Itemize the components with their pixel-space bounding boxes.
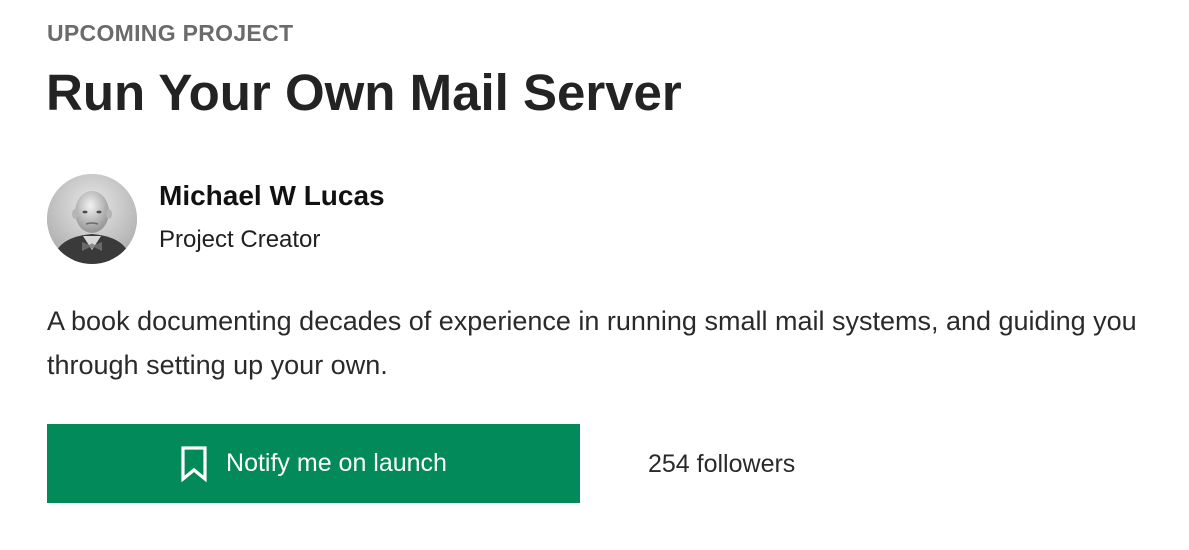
person-photo-icon: [47, 174, 137, 264]
project-title: Run Your Own Mail Server: [46, 64, 682, 121]
creator-block: Michael W Lucas Project Creator: [47, 174, 385, 264]
creator-avatar[interactable]: [47, 174, 137, 264]
creator-role: Project Creator: [159, 226, 321, 253]
notify-me-button[interactable]: Notify me on launch: [47, 424, 580, 503]
project-status-label: UPCOMING PROJECT: [47, 20, 294, 46]
creator-name[interactable]: Michael W Lucas: [159, 179, 385, 213]
creator-info: Michael W Lucas Project Creator: [159, 180, 385, 255]
notify-button-label: Notify me on launch: [226, 449, 447, 477]
bookmark-icon: [180, 445, 208, 482]
followers-count: 254 followers: [648, 450, 796, 478]
project-description: A book documenting decades of experience…: [47, 306, 1137, 380]
